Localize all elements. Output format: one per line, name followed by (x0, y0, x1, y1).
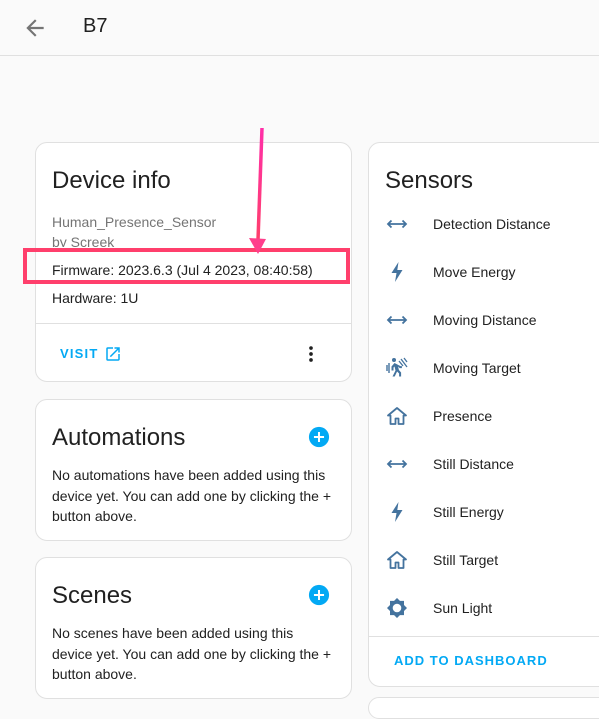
sensor-row-move-energy[interactable]: Move Energy (369, 248, 599, 296)
sensor-row-moving-target[interactable]: Moving Target (369, 344, 599, 392)
card-divider (369, 636, 599, 637)
sensor-row-moving-distance[interactable]: Moving Distance (369, 296, 599, 344)
arrow-left-right-icon (386, 219, 408, 229)
page-title: B7 (83, 15, 108, 37)
visit-link[interactable]: VISIT (60, 346, 99, 361)
scenes-title: Scenes (52, 582, 133, 609)
add-to-dashboard-button[interactable]: ADD TO DASHBOARD (394, 653, 548, 668)
more-vert-icon[interactable] (300, 343, 322, 365)
add-scene-icon[interactable] (308, 584, 330, 606)
card-divider (36, 323, 351, 324)
home-outline-icon (387, 407, 407, 425)
add-automation-icon[interactable] (308, 426, 330, 448)
sensor-row-still-distance[interactable]: Still Distance (369, 440, 599, 488)
arrow-left-icon[interactable] (22, 15, 48, 41)
sensor-label: Still Energy (433, 504, 504, 520)
open-in-new-icon[interactable] (104, 345, 122, 363)
sensor-row-sun-light[interactable]: Sun Light (369, 584, 599, 632)
sensor-label: Presence (433, 408, 493, 424)
arrow-left-right-icon (386, 459, 408, 469)
sensor-row-still-energy[interactable]: Still Energy (369, 488, 599, 536)
sensor-label: Still Distance (433, 456, 514, 472)
sensor-label: Moving Distance (433, 312, 537, 328)
automations-empty-text: No automations have been added using thi… (52, 467, 332, 524)
sensor-row-still-target[interactable]: Still Target (369, 536, 599, 584)
automations-title: Automations (52, 424, 186, 451)
next-card-edge (368, 697, 599, 719)
sensor-row-detection-distance[interactable]: Detection Distance (369, 200, 599, 248)
scenes-card: Scenes No scenes have been added using t… (35, 557, 352, 699)
flash-icon (391, 262, 403, 282)
sensor-label: Still Target (433, 552, 499, 568)
sensors-title: Sensors (385, 167, 474, 194)
flash-icon (391, 502, 403, 522)
device-model: Human_Presence_Sensor (52, 214, 217, 230)
automations-card: Automations No automations have been add… (35, 399, 352, 541)
sensor-row-presence[interactable]: Presence (369, 392, 599, 440)
motion-sensor-icon (386, 357, 408, 377)
home-outline-icon (387, 551, 407, 569)
device-manufacturer: by Screek (52, 234, 115, 247)
brightness-icon (387, 598, 407, 618)
annotation-highlight-box (23, 248, 350, 284)
sensor-label: Move Energy (433, 264, 516, 280)
device-info-title: Device info (52, 167, 171, 194)
sensors-card: Sensors Detection Distance Move Energy M… (368, 142, 599, 687)
hardware-version: Hardware: 1U (52, 290, 139, 306)
top-app-bar: B7 (0, 0, 599, 56)
sensor-label: Moving Target (433, 360, 521, 376)
arrow-left-right-icon (386, 315, 408, 325)
sensor-label: Detection Distance (433, 216, 551, 232)
sensor-label: Sun Light (433, 600, 493, 616)
scenes-empty-text: No scenes have been added using this dev… (52, 625, 332, 682)
